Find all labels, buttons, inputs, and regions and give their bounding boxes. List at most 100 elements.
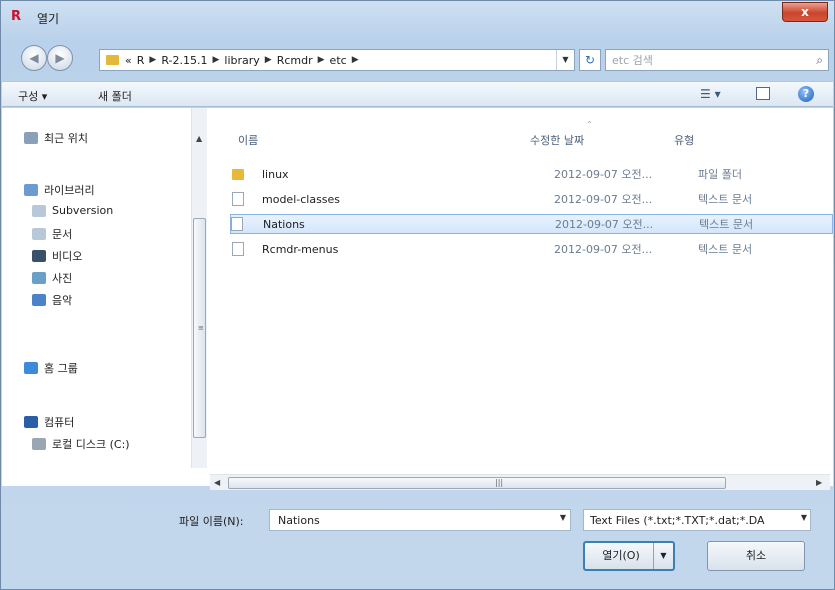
- homegroup-icon: [24, 362, 38, 374]
- filename-input[interactable]: Nations ▼: [269, 509, 571, 531]
- close-button[interactable]: x: [782, 2, 828, 22]
- breadcrumb-r[interactable]: R: [137, 54, 145, 67]
- horizontal-scroll-thumb[interactable]: |||: [228, 477, 726, 489]
- address-bar[interactable]: « R ▶ R-2.15.1 ▶ library ▶ Rcmdr ▶ etc ▶…: [99, 49, 575, 71]
- text-document-icon: [232, 242, 244, 256]
- refresh-icon: ↻: [584, 53, 596, 67]
- command-toolbar: 구성 ▾ 새 폴더 ☰ ▾ ?: [2, 81, 833, 107]
- scroll-up-icon[interactable]: ▲: [196, 134, 202, 143]
- file-row-linux[interactable]: linux 2012-09-07 오전... 파일 폴더: [232, 164, 832, 184]
- video-icon: [32, 250, 46, 262]
- open-file-dialog: R 열기 x ◀ ▶ « R ▶ R-2.15.1 ▶ library ▶ Rc…: [0, 0, 835, 590]
- horizontal-scrollbar[interactable]: ◀ ||| ▶: [210, 474, 830, 490]
- scroll-left-icon[interactable]: ◀: [214, 478, 220, 487]
- sidebar-item-libraries[interactable]: 라이브러리: [24, 182, 95, 198]
- new-folder-button[interactable]: 새 폴더: [98, 88, 132, 104]
- folder-icon: [106, 55, 119, 65]
- open-button[interactable]: 열기(O) ▼: [583, 541, 675, 571]
- forward-arrow-icon: ▶: [55, 51, 65, 65]
- file-list: ⌃ 이름 수정한 날짜 유형 linux 2012-09-07 오전... 파일…: [208, 108, 833, 468]
- column-header-date[interactable]: 수정한 날짜: [530, 132, 584, 148]
- sidebar-scroll-thumb[interactable]: ≡: [193, 218, 206, 438]
- sidebar-item-homegroup[interactable]: 홈 그룹: [24, 360, 78, 376]
- cancel-button[interactable]: 취소: [707, 541, 805, 571]
- file-date: 2012-09-07 오전...: [554, 243, 653, 256]
- chevron-right-icon[interactable]: ▶: [212, 55, 219, 65]
- sidebar-item-label: Subversion: [52, 204, 114, 217]
- file-type: 텍스트 문서: [698, 193, 753, 206]
- sidebar-item-recent[interactable]: 최근 위치: [24, 130, 88, 146]
- grip-icon: |||: [495, 478, 504, 487]
- file-row-nations[interactable]: Nations 2012-09-07 오전... 텍스트 문서: [230, 214, 833, 234]
- grip-icon: ≡: [198, 324, 204, 332]
- file-type: 텍스트 문서: [699, 218, 754, 231]
- sidebar-item-video[interactable]: 비디오: [32, 248, 82, 264]
- view-menu-icon[interactable]: ☰ ▾: [700, 87, 721, 101]
- text-document-icon: [231, 217, 243, 231]
- sidebar-item-documents[interactable]: 문서: [32, 226, 72, 242]
- preview-pane-icon[interactable]: [756, 87, 770, 100]
- sidebar-item-music[interactable]: 음악: [32, 292, 72, 308]
- title-bar[interactable]: R 열기 x: [1, 1, 834, 33]
- chevron-down-icon[interactable]: ▼: [800, 513, 807, 522]
- column-header-type[interactable]: 유형: [674, 132, 694, 148]
- back-button[interactable]: ◀: [21, 45, 47, 71]
- sidebar-item-label: 문서: [52, 228, 73, 241]
- sidebar-scrollbar[interactable]: ▲ ≡: [191, 108, 207, 468]
- sidebar-item-label: 비디오: [52, 250, 83, 263]
- sidebar-item-pictures[interactable]: 사진: [32, 270, 72, 286]
- file-type: 텍스트 문서: [698, 243, 753, 256]
- breadcrumb-overflow[interactable]: «: [125, 54, 132, 67]
- sidebar-item-label: 사진: [52, 272, 73, 285]
- sort-caret-icon: ⌃: [586, 120, 593, 129]
- sidebar-item-label: 음악: [52, 294, 73, 307]
- sidebar-item-label: 로컬 디스크 (C:): [52, 438, 130, 451]
- organize-button[interactable]: 구성 ▾: [18, 88, 47, 104]
- sidebar-item-label: 최근 위치: [44, 132, 88, 145]
- file-row-rcmdr-menus[interactable]: Rcmdr-menus 2012-09-07 오전... 텍스트 문서: [232, 239, 832, 259]
- file-name: model-classes: [262, 192, 341, 206]
- open-button-label: 열기(O): [602, 549, 640, 562]
- chevron-right-icon[interactable]: ▶: [149, 55, 156, 65]
- chevron-right-icon[interactable]: ▶: [318, 55, 325, 65]
- chevron-right-icon[interactable]: ▶: [265, 55, 272, 65]
- library-icon: [24, 184, 38, 196]
- file-row-model-classes[interactable]: model-classes 2012-09-07 오전... 텍스트 문서: [232, 189, 832, 209]
- documents-icon: [32, 228, 46, 240]
- sidebar-item-computer[interactable]: 컴퓨터: [24, 414, 74, 430]
- file-type-select[interactable]: Text Files (*.txt;*.TXT;*.dat;*.DA ▼: [583, 509, 811, 531]
- back-arrow-icon: ◀: [29, 51, 39, 65]
- forward-button[interactable]: ▶: [47, 45, 73, 71]
- sidebar-item-subversion[interactable]: Subversion: [32, 204, 113, 217]
- scroll-right-icon[interactable]: ▶: [816, 478, 822, 487]
- chevron-down-icon[interactable]: ▼: [653, 543, 673, 569]
- search-input[interactable]: etc 검색 ⌕: [605, 49, 829, 71]
- breadcrumb-r-version[interactable]: R-2.15.1: [161, 54, 207, 67]
- file-name: linux: [262, 167, 289, 181]
- r-app-icon: R: [11, 9, 22, 24]
- file-type: 파일 폴더: [698, 168, 742, 181]
- file-name: Rcmdr-menus: [262, 242, 339, 256]
- breadcrumb-rcmdr[interactable]: Rcmdr: [277, 54, 313, 67]
- disk-icon: [32, 438, 46, 450]
- sidebar-item-label: 라이브러리: [44, 184, 95, 197]
- breadcrumb-library[interactable]: library: [224, 54, 259, 67]
- column-header-name[interactable]: 이름: [238, 132, 258, 148]
- sidebar-item-label: 홈 그룹: [44, 362, 78, 375]
- search-icon[interactable]: ⌕: [816, 53, 823, 68]
- navigation-pane: 최근 위치 라이브러리 Subversion 문서 비디오 사진 음악 홈 그룹…: [2, 108, 207, 468]
- filename-value: Nations: [278, 513, 320, 527]
- sidebar-item-label: 컴퓨터: [44, 416, 75, 429]
- chevron-right-icon[interactable]: ▶: [352, 55, 359, 65]
- chevron-down-icon[interactable]: ▼: [556, 50, 574, 70]
- help-icon[interactable]: ?: [798, 86, 814, 102]
- file-type-filter-value: Text Files (*.txt;*.TXT;*.dat;*.DA: [590, 513, 765, 527]
- text-document-icon: [232, 192, 244, 206]
- folder-icon: [232, 168, 244, 180]
- refresh-button[interactable]: ↻: [579, 49, 601, 71]
- file-date: 2012-09-07 오전...: [555, 218, 654, 231]
- chevron-down-icon[interactable]: ▼: [560, 513, 566, 522]
- file-name: Nations: [263, 217, 305, 231]
- sidebar-item-local-disk[interactable]: 로컬 디스크 (C:): [32, 436, 130, 452]
- breadcrumb-etc[interactable]: etc: [330, 54, 347, 67]
